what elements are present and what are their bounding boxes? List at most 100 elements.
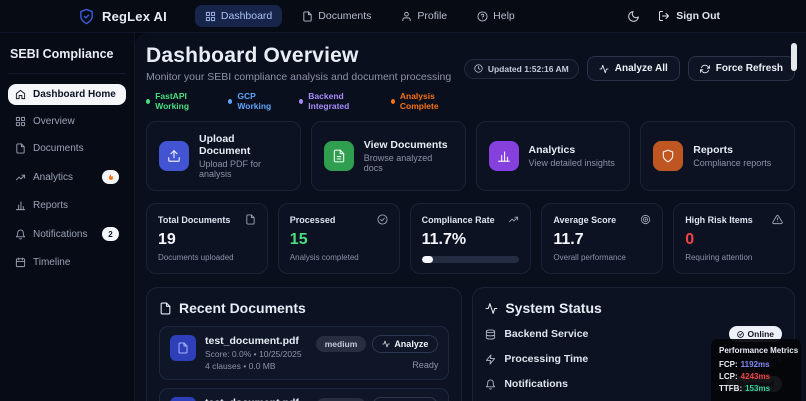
- layout-grid-icon: [15, 116, 26, 127]
- status-gcp: GCP Working: [228, 91, 283, 111]
- stat-value: 19: [158, 231, 256, 249]
- page-header: Dashboard Overview Monitor your SEBI com…: [146, 44, 795, 111]
- quick-card-reports[interactable]: Reports Compliance reports: [640, 121, 795, 191]
- analyze-button[interactable]: Analyze: [372, 335, 438, 353]
- sidebar-title: SEBI Compliance: [8, 43, 126, 74]
- quick-card-subtitle: Compliance reports: [693, 158, 771, 168]
- compliance-progress-fill: [422, 256, 434, 263]
- force-refresh-button[interactable]: Force Refresh: [688, 56, 795, 81]
- sidebar-item-reports[interactable]: Reports: [8, 195, 126, 216]
- file-text-icon: [15, 143, 26, 154]
- clock-icon: [474, 64, 483, 73]
- page-subtitle: Monitor your SEBI compliance analysis an…: [146, 71, 464, 83]
- status-dot: [146, 99, 150, 104]
- sidebar-item-analytics[interactable]: Analytics: [8, 165, 126, 189]
- log-out-icon: [658, 10, 670, 22]
- sidebar-item-label: Notifications: [33, 229, 87, 240]
- perf-row-lcp: LCP: 4243ms: [719, 372, 793, 381]
- performance-metrics-overlay: Performance Metrics FCP: 1192ms LCP: 424…: [711, 339, 801, 401]
- stat-average-score: Average Score 11.7 Overall performance: [541, 203, 663, 274]
- sidebar-item-label: Documents: [33, 143, 84, 154]
- brand: RegLex AI: [78, 8, 167, 25]
- stats-row: Total Documents 19 Documents uploaded Pr…: [146, 203, 795, 274]
- quick-card-title: Reports: [693, 144, 771, 156]
- activity-icon: [599, 64, 609, 74]
- stat-caption: Analysis completed: [290, 253, 388, 262]
- stat-value: 15: [290, 231, 388, 249]
- shield-icon: [653, 141, 683, 171]
- analyze-button[interactable]: Analyze: [372, 397, 438, 401]
- stat-value: 0: [685, 231, 783, 249]
- stat-label: High Risk Items: [685, 215, 753, 225]
- bar-chart-icon: [15, 200, 26, 211]
- quick-card-upload-document[interactable]: Upload Document Upload PDF for analysis: [146, 121, 301, 191]
- zap-icon: [485, 354, 496, 365]
- sidebar-item-overview[interactable]: Overview: [8, 111, 126, 132]
- top-navigation: Dashboard Documents Profile Help: [195, 5, 525, 27]
- quick-card-title: Upload Document: [199, 133, 288, 157]
- sidebar: SEBI Compliance Dashboard Home Overview …: [0, 33, 135, 401]
- sidebar-item-documents[interactable]: Documents: [8, 138, 126, 159]
- sign-out-button[interactable]: Sign Out: [658, 10, 720, 22]
- stat-value: 11.7%: [422, 231, 520, 249]
- quick-card-analytics[interactable]: Analytics View detailed insights: [476, 121, 631, 191]
- bottom-panels: Recent Documents test_document.pdf Score…: [146, 287, 795, 401]
- status-dot: [299, 99, 303, 104]
- help-circle-icon: [477, 11, 488, 22]
- status-row-label: Notifications: [504, 378, 568, 390]
- nav-item-profile[interactable]: Profile: [391, 5, 457, 27]
- trending-up-icon: [15, 172, 26, 183]
- analyze-all-button[interactable]: Analyze All: [587, 56, 680, 81]
- database-icon: [485, 329, 496, 340]
- shield-check-logo-icon: [78, 8, 95, 25]
- sidebar-item-timeline[interactable]: Timeline: [8, 252, 126, 273]
- theme-toggle-moon-icon[interactable]: [627, 10, 640, 23]
- status-label: FastAPI Working: [155, 91, 212, 111]
- sidebar-item-notifications[interactable]: Notifications 2: [8, 222, 126, 246]
- status-fastapi: FastAPI Working: [146, 91, 212, 111]
- nav-item-help[interactable]: Help: [467, 5, 525, 27]
- check-circle-icon: [377, 214, 388, 225]
- notification-count-badge: 2: [102, 227, 119, 241]
- document-meta-size: 4 clauses • 0.0 MB: [205, 361, 302, 371]
- document-meta-score: Score: 0.0% • 10/25/2025: [205, 349, 302, 359]
- brand-name: RegLex AI: [102, 9, 167, 24]
- refresh-icon: [700, 64, 710, 74]
- recent-documents-title: Recent Documents: [179, 300, 306, 316]
- document-row-1[interactable]: test_document.pdf Score: 0.0% • 10/25/20…: [159, 326, 449, 380]
- status-label: Backend Integrated: [308, 91, 374, 111]
- file-text-icon: [159, 302, 172, 315]
- quick-card-title: Analytics: [529, 144, 615, 156]
- check-icon: [737, 331, 744, 338]
- updated-badge: Updated 1:52:16 AM: [464, 59, 579, 79]
- document-row-2[interactable]: test_document.pdf Score: 25.0% • 10/25/2…: [159, 388, 449, 401]
- scrollbar-thumb[interactable]: [791, 43, 797, 71]
- nav-item-documents[interactable]: Documents: [292, 5, 381, 27]
- file-icon: [245, 214, 256, 225]
- document-status: Ready: [316, 360, 439, 370]
- home-icon: [15, 89, 26, 100]
- trending-up-icon: [508, 214, 519, 225]
- stat-compliance-rate: Compliance Rate 11.7%: [410, 203, 532, 274]
- quick-card-title: View Documents: [364, 139, 453, 151]
- stat-label: Processed: [290, 215, 336, 225]
- nav-label: Dashboard: [221, 10, 272, 22]
- stat-value: 11.7: [553, 231, 651, 249]
- nav-item-dashboard[interactable]: Dashboard: [195, 5, 282, 27]
- sign-out-label: Sign Out: [676, 10, 720, 22]
- quick-card-view-documents[interactable]: View Documents Browse analyzed docs: [311, 121, 466, 191]
- stat-total-documents: Total Documents 19 Documents uploaded: [146, 203, 268, 274]
- stat-label: Total Documents: [158, 215, 230, 225]
- analyze-label: Analyze: [394, 339, 428, 349]
- flame-badge: [102, 170, 119, 184]
- sidebar-item-dashboard-home[interactable]: Dashboard Home: [8, 84, 126, 105]
- dashboard-grid-icon: [205, 11, 216, 22]
- stat-label: Average Score: [553, 215, 616, 225]
- stat-caption: Overall performance: [553, 253, 651, 262]
- gauge-icon: [640, 214, 651, 225]
- stat-caption: Documents uploaded: [158, 253, 256, 262]
- upload-icon: [159, 141, 189, 171]
- nav-label: Profile: [417, 10, 447, 22]
- bell-icon: [15, 229, 26, 240]
- status-dot: [228, 99, 232, 104]
